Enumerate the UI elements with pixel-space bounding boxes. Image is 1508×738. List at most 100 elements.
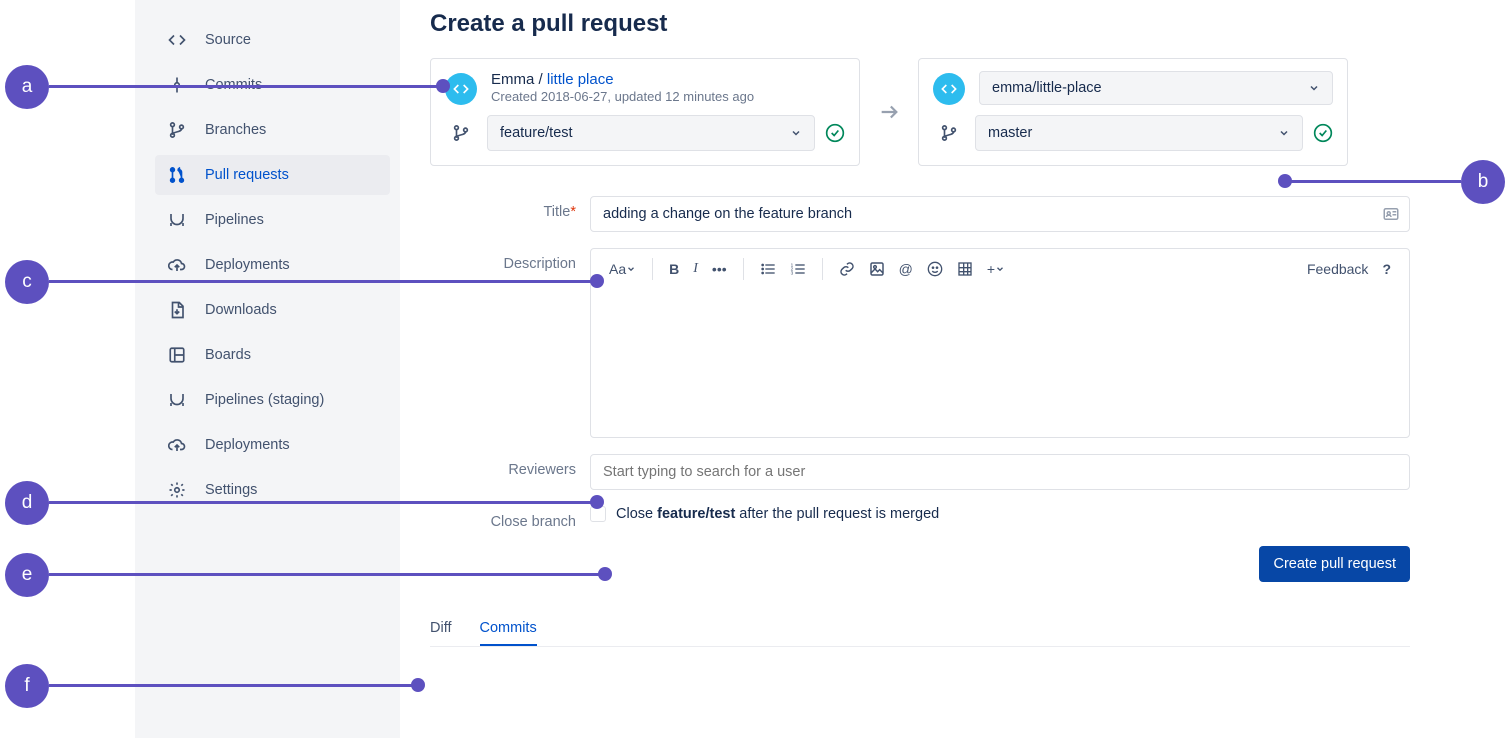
annotation-line-d [49, 501, 597, 504]
help-icon[interactable]: ? [1382, 261, 1391, 277]
sidebar-item-downloads[interactable]: Downloads [155, 290, 390, 330]
create-pull-request-button[interactable]: Create pull request [1259, 546, 1410, 582]
sidebar-item-branches[interactable]: Branches [155, 110, 390, 150]
sidebar-item-label: Pull requests [205, 167, 289, 183]
title-label: Title* [430, 196, 590, 220]
content: Create a pull request Emma / little plac… [400, 0, 1440, 738]
cloud-upload-icon [165, 256, 189, 274]
annotation-c: c [5, 260, 49, 304]
annotation-line-a [49, 85, 442, 88]
reviewers-input[interactable] [590, 454, 1410, 490]
sidebar-item-deployments-2[interactable]: Deployments [155, 425, 390, 465]
sidebar-item-label: Deployments [205, 257, 290, 273]
link-tool[interactable] [839, 261, 855, 277]
more-formatting-tool[interactable]: ••• [712, 261, 727, 277]
sidebar-item-label: Pipelines [205, 212, 264, 228]
annotation-d: d [5, 481, 49, 525]
download-icon [165, 301, 189, 319]
tab-commits[interactable]: Commits [480, 612, 537, 646]
sidebar-item-deployments[interactable]: Deployments [155, 245, 390, 285]
required-mark: * [570, 204, 576, 220]
annotation-dot-a [436, 79, 450, 93]
chevron-down-icon [1278, 127, 1290, 139]
source-owner: Emma [491, 71, 534, 88]
sidebar-item-settings[interactable]: Settings [155, 470, 390, 510]
feedback-link[interactable]: Feedback [1307, 261, 1368, 277]
chevron-down-icon [1308, 82, 1320, 94]
dest-repo-value: emma/little-place [992, 80, 1102, 96]
annotation-a: a [5, 65, 49, 109]
arrow-right-icon [878, 101, 900, 123]
contact-card-icon[interactable] [1382, 205, 1400, 223]
bold-tool[interactable]: B [669, 261, 679, 277]
check-icon [825, 123, 845, 143]
dest-branch-select[interactable]: master [975, 115, 1303, 151]
tab-diff[interactable]: Diff [430, 612, 452, 646]
sidebar-item-pull-requests[interactable]: Pull requests [155, 155, 390, 195]
description-label: Description [430, 248, 590, 272]
italic-tool[interactable]: I [693, 261, 698, 277]
branch-selection-row: Emma / little place Created 2018-06-27, … [430, 58, 1410, 166]
annotation-dot-b [1278, 174, 1292, 188]
annotation-e: e [5, 553, 49, 597]
sidebar-item-label: Branches [205, 122, 266, 138]
annotation-line-f [49, 684, 418, 687]
close-branch-label: Close branch [430, 506, 590, 530]
text-style-tool[interactable]: Aa [609, 261, 636, 277]
sidebar-item-label: Downloads [205, 302, 277, 318]
annotation-dot-c [590, 274, 604, 288]
source-branch-card: Emma / little place Created 2018-06-27, … [430, 58, 860, 166]
emoji-tool[interactable] [927, 261, 943, 277]
tabs: Diff Commits [430, 612, 1410, 647]
branch-icon [165, 121, 189, 139]
gear-icon [165, 481, 189, 499]
pipelines-icon [165, 391, 189, 409]
pull-request-icon [165, 166, 189, 184]
annotation-line-c [49, 280, 597, 283]
repo-icon [445, 73, 477, 105]
bullet-list-tool[interactable] [760, 261, 776, 277]
dest-repo-select[interactable]: emma/little-place [979, 71, 1333, 105]
sidebar-item-label: Source [205, 32, 251, 48]
annotation-dot-d [590, 495, 604, 509]
image-tool[interactable] [869, 261, 885, 277]
table-tool[interactable] [957, 261, 973, 277]
cloud-upload-icon [165, 436, 189, 454]
title-input[interactable] [590, 196, 1410, 232]
sidebar-item-label: Deployments [205, 437, 290, 453]
source-branch-value: feature/test [500, 125, 573, 141]
annotation-line-e [49, 573, 605, 576]
sidebar-item-source[interactable]: Source [155, 20, 390, 60]
sidebar-item-label: Pipelines (staging) [205, 392, 324, 408]
sidebar-item-label: Settings [205, 482, 257, 498]
annotation-dot-e [598, 567, 612, 581]
insert-tool[interactable]: + [987, 261, 1005, 277]
sidebar-item-boards[interactable]: Boards [155, 335, 390, 375]
description-editor[interactable]: Aa B I ••• 123 [590, 248, 1410, 438]
chevron-down-icon [790, 127, 802, 139]
branch-icon [933, 124, 965, 142]
repo-icon [933, 73, 965, 105]
code-icon [165, 31, 189, 49]
annotation-f: f [5, 664, 49, 708]
annotation-dot-f [411, 678, 425, 692]
source-repo-link[interactable]: little place [547, 71, 614, 88]
boards-icon [165, 346, 189, 364]
source-repo-title: Emma / little place [491, 71, 754, 88]
page-title: Create a pull request [430, 10, 1410, 38]
sidebar-item-label: Boards [205, 347, 251, 363]
reviewers-label: Reviewers [430, 454, 590, 478]
editor-toolbar: Aa B I ••• 123 [591, 249, 1409, 289]
branch-icon [445, 124, 477, 142]
numbered-list-tool[interactable]: 123 [790, 261, 806, 277]
sidebar-item-pipelines[interactable]: Pipelines [155, 200, 390, 240]
dest-branch-card: emma/little-place master [918, 58, 1348, 166]
sidebar-item-pipelines-staging[interactable]: Pipelines (staging) [155, 380, 390, 420]
svg-text:3: 3 [790, 270, 793, 275]
mention-tool[interactable]: @ [899, 261, 913, 277]
source-repo-meta: Created 2018-06-27, updated 12 minutes a… [491, 89, 754, 104]
annotation-b: b [1461, 160, 1505, 204]
annotation-line-b [1285, 180, 1461, 183]
source-branch-select[interactable]: feature/test [487, 115, 815, 151]
pipelines-icon [165, 211, 189, 229]
